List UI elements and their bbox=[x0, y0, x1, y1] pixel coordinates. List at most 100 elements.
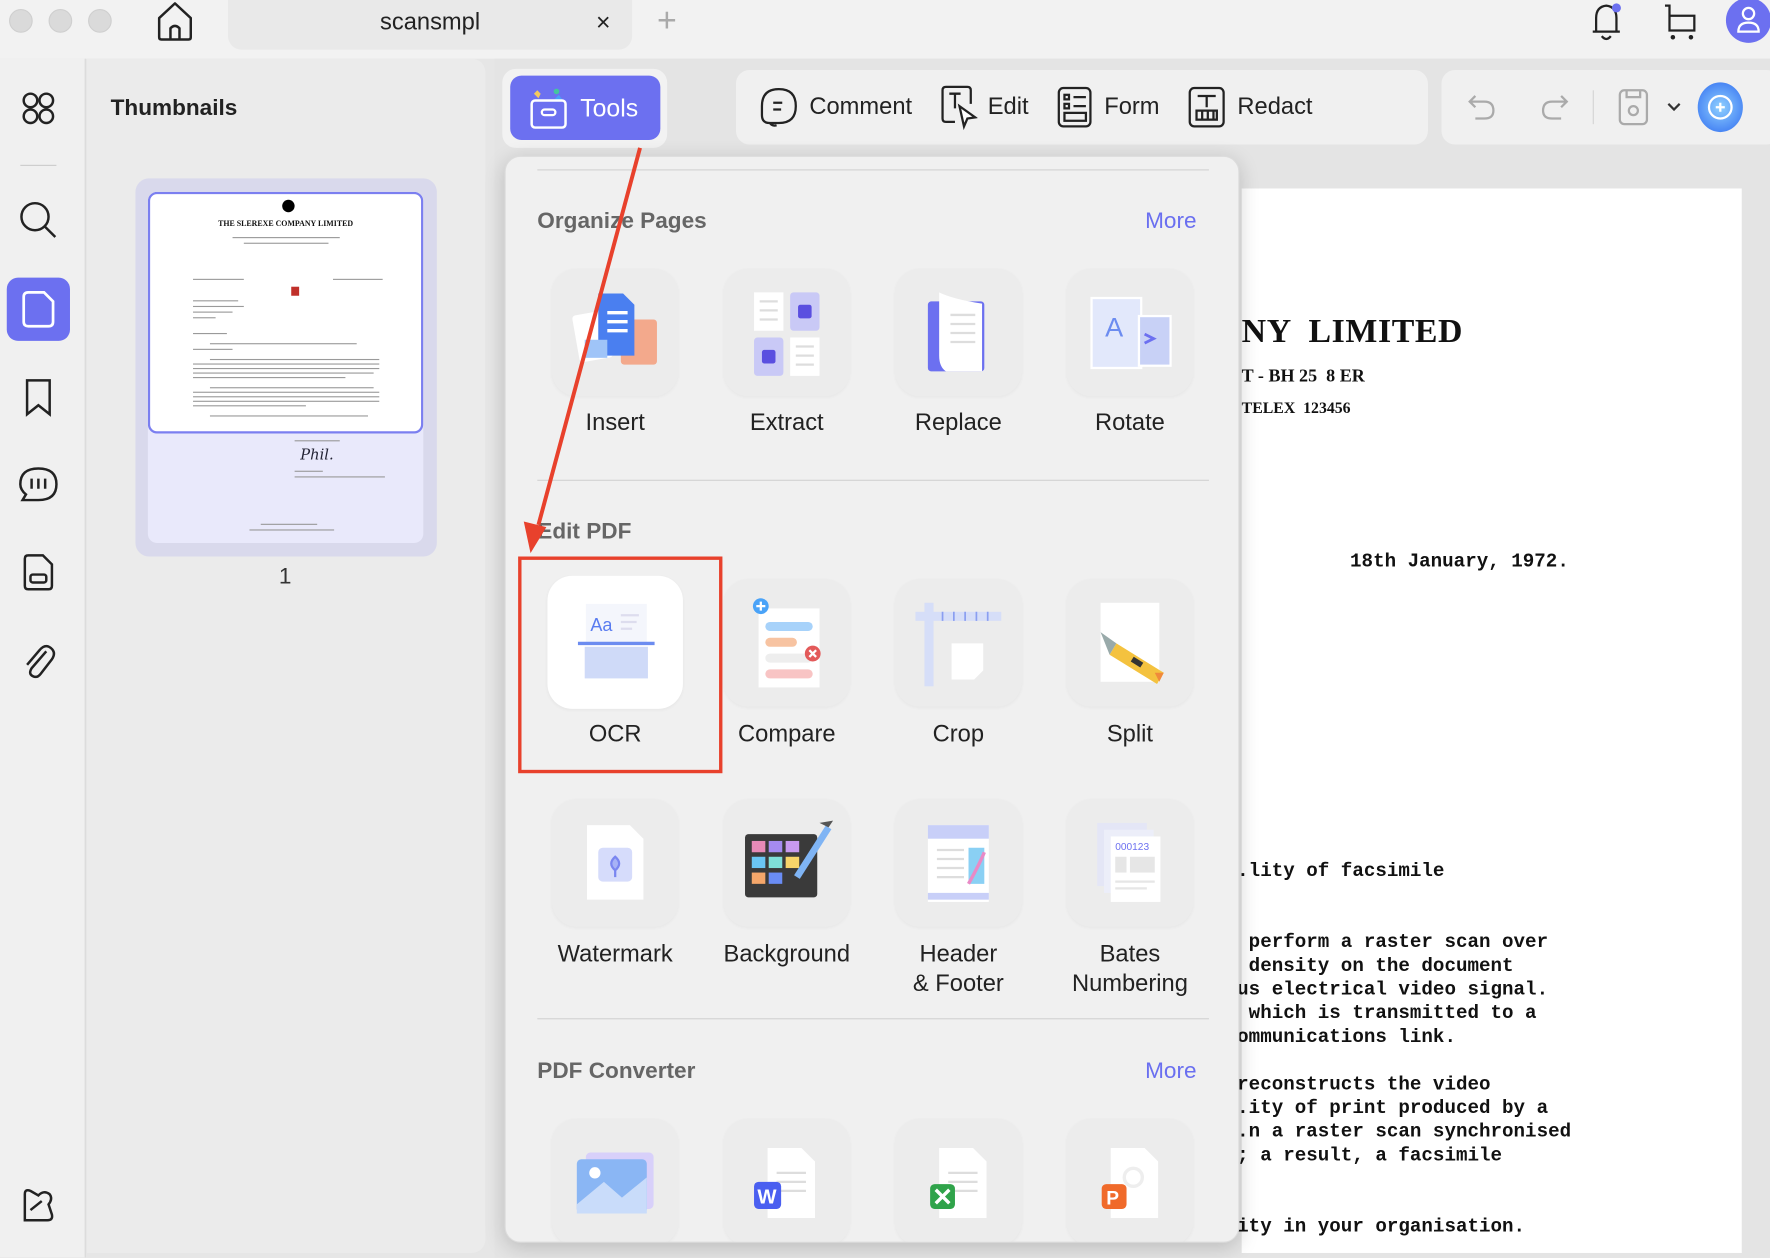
bates-sample-text: 000123 bbox=[1115, 841, 1149, 852]
comment-icon[interactable] bbox=[16, 463, 61, 508]
panel-title: Thumbnails bbox=[110, 95, 238, 121]
tools-button[interactable]: Tools bbox=[510, 75, 661, 140]
replace-tool[interactable] bbox=[895, 268, 1022, 397]
redact-button[interactable]: Redact bbox=[1182, 85, 1335, 130]
doc-date: 18th January, 1972. bbox=[1350, 551, 1569, 574]
doc-line: ommunications link. bbox=[1237, 1027, 1456, 1049]
header-footer-tool[interactable] bbox=[895, 799, 1022, 927]
comment-label: Comment bbox=[809, 93, 913, 120]
insert-icon bbox=[572, 292, 657, 365]
save-icon[interactable] bbox=[1616, 87, 1650, 128]
form-icon[interactable] bbox=[16, 550, 61, 595]
to-excel-tool[interactable] bbox=[895, 1118, 1022, 1242]
home-icon[interactable] bbox=[156, 1, 194, 47]
form-icon bbox=[1057, 86, 1092, 128]
split-tool[interactable] bbox=[1066, 579, 1194, 707]
bookmark-icon[interactable] bbox=[16, 375, 61, 420]
close-window-button[interactable] bbox=[9, 9, 33, 33]
doc-line: which is transmitted to a bbox=[1237, 1003, 1537, 1025]
tools-label: Tools bbox=[580, 93, 639, 122]
doc-line: us electrical video signal. bbox=[1237, 979, 1549, 1002]
crop-tool[interactable] bbox=[895, 579, 1022, 707]
doc-line: reconstructs the video bbox=[1237, 1074, 1491, 1097]
header-footer-icon bbox=[927, 824, 989, 902]
undo-icon[interactable] bbox=[1466, 91, 1498, 123]
crop-label: Crop bbox=[932, 721, 985, 748]
insert-label: Insert bbox=[585, 409, 645, 436]
minimize-window-button[interactable] bbox=[48, 9, 73, 33]
compare-tool[interactable] bbox=[723, 579, 850, 707]
doc-telex: TELEX 123456 bbox=[1241, 400, 1351, 418]
rotate-label: Rotate bbox=[1095, 409, 1165, 436]
thumbnails-panel: Thumbnails THE SLEREXE COMPANY LIMITED P… bbox=[86, 58, 486, 1253]
insert-tool[interactable] bbox=[551, 268, 679, 397]
rotate-tool[interactable]: A bbox=[1066, 268, 1194, 397]
header-footer-label: Header & Footer bbox=[912, 941, 1004, 997]
comment-button[interactable]: Comment bbox=[736, 86, 935, 129]
divider bbox=[537, 1018, 1209, 1020]
image-icon bbox=[576, 1151, 654, 1213]
to-image-tool[interactable] bbox=[551, 1118, 679, 1242]
cart-icon[interactable] bbox=[1662, 2, 1700, 48]
replace-label: Replace bbox=[914, 409, 1002, 436]
converter-more-link[interactable]: More bbox=[1145, 1059, 1196, 1085]
section-title-pdf-converter: PDF Converter bbox=[537, 1058, 696, 1084]
powerpoint-icon: P bbox=[1101, 1147, 1159, 1218]
doc-line: .n a raster scan synchronised bbox=[1237, 1122, 1572, 1144]
doc-line: perform a raster scan over bbox=[1237, 932, 1549, 954]
bates-numbering-label: Bates Numbering bbox=[1071, 941, 1188, 997]
watermark-label: Watermark bbox=[557, 941, 673, 968]
new-tab-icon[interactable]: + bbox=[657, 2, 677, 40]
bell-icon[interactable] bbox=[1587, 0, 1625, 51]
chevron-down-icon[interactable] bbox=[1666, 102, 1682, 113]
close-tab-icon[interactable]: × bbox=[596, 8, 611, 37]
avatar-icon[interactable] bbox=[1725, 0, 1770, 43]
document-tab[interactable]: scansmpl × bbox=[228, 0, 633, 50]
organize-more-link[interactable]: More bbox=[1145, 209, 1196, 235]
toolbox-icon bbox=[530, 88, 567, 129]
doc-address: T - BH 25 8 ER bbox=[1241, 366, 1365, 387]
word-icon: W bbox=[754, 1147, 815, 1218]
redo-icon[interactable] bbox=[1539, 91, 1571, 123]
bates-numbering-tool[interactable]: 000123 bbox=[1066, 799, 1194, 927]
crop-icon bbox=[915, 602, 1002, 686]
svg-text:W: W bbox=[757, 1186, 777, 1208]
doc-line: ; a result, a facsimile bbox=[1237, 1145, 1503, 1168]
to-word-tool[interactable]: W bbox=[723, 1118, 850, 1242]
thumb-heading: THE SLEREXE COMPANY LIMITED bbox=[218, 218, 354, 229]
background-tool[interactable] bbox=[723, 799, 850, 927]
search-icon[interactable] bbox=[16, 198, 61, 243]
doc-line: density on the document bbox=[1237, 956, 1514, 978]
sidebar-item-thumbnails[interactable] bbox=[6, 277, 70, 341]
action-toolbar bbox=[1441, 69, 1770, 145]
edit-label: Edit bbox=[987, 93, 1029, 120]
ai-assistant-icon[interactable] bbox=[1697, 82, 1743, 133]
form-label: Form bbox=[1104, 93, 1160, 120]
form-button[interactable]: Form bbox=[1051, 85, 1182, 130]
grid-icon[interactable] bbox=[16, 86, 61, 131]
watermark-tool[interactable] bbox=[551, 799, 679, 927]
svg-text:A: A bbox=[1105, 311, 1124, 342]
extract-icon bbox=[754, 291, 820, 376]
background-label: Background bbox=[723, 941, 851, 968]
pdf-page: NY LIMITED T - BH 25 8 ER TELEX 123456 1… bbox=[1237, 188, 1742, 1253]
replace-icon bbox=[927, 291, 985, 371]
page-thumbnail[interactable]: THE SLEREXE COMPANY LIMITED Phil. bbox=[135, 178, 437, 557]
feather-icon[interactable] bbox=[16, 1182, 61, 1227]
attachment-icon[interactable] bbox=[16, 638, 61, 683]
ocr-highlight-box bbox=[518, 556, 723, 774]
toolbar-divider bbox=[1592, 90, 1594, 125]
zoom-window-button[interactable] bbox=[88, 9, 112, 33]
to-powerpoint-tool[interactable]: P bbox=[1066, 1118, 1194, 1242]
divider bbox=[537, 479, 1209, 481]
mode-toolbar: Comment Edit Form Redact bbox=[735, 69, 1428, 145]
watermark-icon bbox=[586, 824, 644, 900]
divider bbox=[537, 169, 1209, 171]
bates-numbering-icon: 000123 bbox=[1097, 822, 1161, 902]
redact-icon bbox=[1188, 86, 1225, 128]
doc-line: .ity of print produced by a bbox=[1237, 1098, 1549, 1120]
comment-icon bbox=[760, 88, 797, 127]
extract-tool[interactable] bbox=[723, 268, 850, 397]
rotate-icon: A bbox=[1090, 296, 1172, 369]
edit-button[interactable]: Edit bbox=[935, 84, 1051, 131]
